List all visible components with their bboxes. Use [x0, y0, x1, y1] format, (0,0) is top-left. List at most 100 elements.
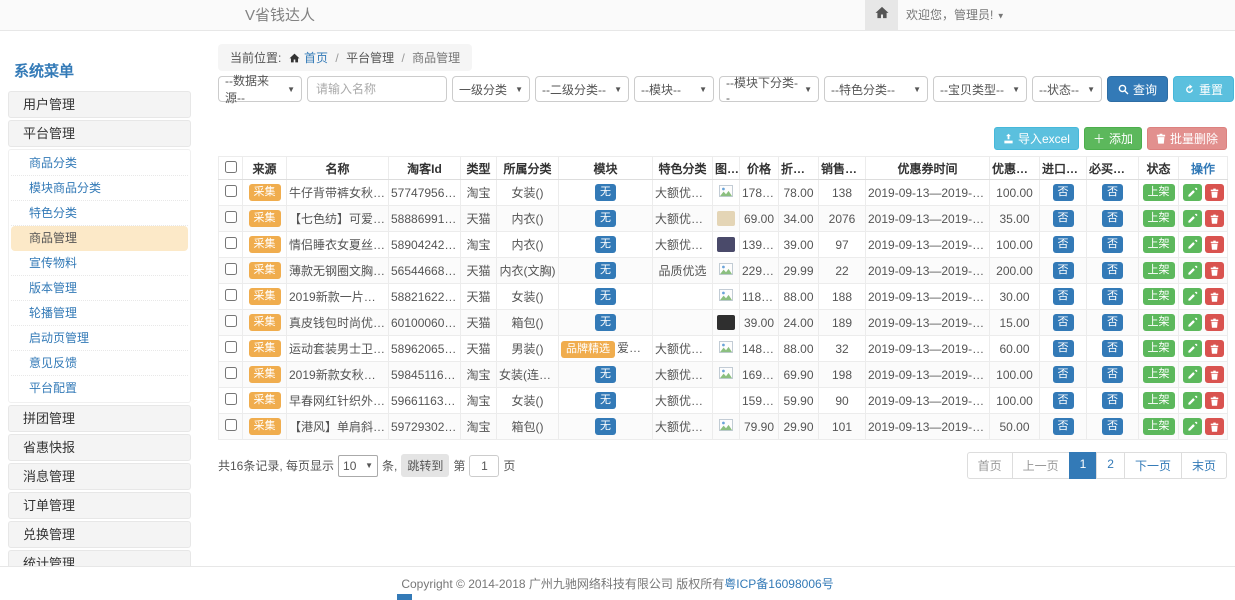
breadcrumb-home-link[interactable]: 首页	[304, 51, 328, 65]
per-page-select[interactable]: 10 ▼	[338, 455, 378, 477]
row-checkbox[interactable]	[225, 341, 237, 353]
level1-category-select[interactable]: 一级分类▼	[452, 76, 530, 102]
page-button[interactable]: 下一页	[1124, 452, 1182, 479]
module-badge[interactable]: 无	[595, 262, 616, 279]
edit-button[interactable]	[1183, 288, 1202, 305]
delete-button[interactable]	[1205, 262, 1224, 279]
sidebar-sub-item[interactable]: 宣传物料	[11, 251, 188, 276]
edit-button[interactable]	[1183, 236, 1202, 253]
status-badge[interactable]: 上架	[1143, 366, 1175, 383]
must-buy-toggle[interactable]: 否	[1102, 340, 1123, 357]
delete-button[interactable]	[1205, 210, 1224, 227]
import-select-toggle[interactable]: 否	[1053, 236, 1074, 253]
edit-button[interactable]	[1183, 392, 1202, 409]
status-badge[interactable]: 上架	[1143, 314, 1175, 331]
import-select-toggle[interactable]: 否	[1053, 418, 1074, 435]
icp-link[interactable]: 粤ICP备16098006号	[724, 577, 833, 591]
page-button[interactable]: 末页	[1181, 452, 1227, 479]
edit-button[interactable]	[1183, 184, 1202, 201]
module-badge[interactable]: 无	[595, 184, 616, 201]
home-button[interactable]	[865, 0, 898, 30]
sidebar-group-item[interactable]: 消息管理	[8, 463, 191, 490]
data-source-select[interactable]: --数据来源--▼	[218, 76, 302, 102]
page-number-input[interactable]	[469, 455, 499, 477]
status-select[interactable]: --状态--▼	[1032, 76, 1102, 102]
feature-category-select[interactable]: --特色分类--▼	[824, 76, 928, 102]
reset-button[interactable]: 重置	[1173, 76, 1234, 102]
delete-button[interactable]	[1205, 314, 1224, 331]
must-buy-toggle[interactable]: 否	[1102, 288, 1123, 305]
module-badge[interactable]: 无	[595, 210, 616, 227]
must-buy-toggle[interactable]: 否	[1102, 366, 1123, 383]
status-badge[interactable]: 上架	[1143, 236, 1175, 253]
edit-button[interactable]	[1183, 314, 1202, 331]
module-subcategory-select[interactable]: --模块下分类--▼	[719, 76, 819, 102]
sidebar-group-item[interactable]: 拼团管理	[8, 405, 191, 432]
delete-button[interactable]	[1205, 366, 1224, 383]
page-button[interactable]: 2	[1096, 452, 1125, 479]
status-badge[interactable]: 上架	[1143, 392, 1175, 409]
sidebar-sub-item[interactable]: 特色分类	[11, 201, 188, 226]
must-buy-toggle[interactable]: 否	[1102, 418, 1123, 435]
module-badge[interactable]: 无	[595, 288, 616, 305]
page-button[interactable]: 1	[1069, 452, 1098, 479]
row-checkbox[interactable]	[225, 419, 237, 431]
import-select-toggle[interactable]: 否	[1053, 340, 1074, 357]
sidebar-sub-item[interactable]: 模块商品分类	[11, 176, 188, 201]
status-badge[interactable]: 上架	[1143, 418, 1175, 435]
batch-delete-button[interactable]: 批量删除	[1147, 127, 1227, 150]
sidebar-sub-item[interactable]: 意见反馈	[11, 351, 188, 376]
edit-button[interactable]	[1183, 210, 1202, 227]
module-badge[interactable]: 无	[595, 418, 616, 435]
sidebar-sub-item[interactable]: 平台配置	[11, 376, 188, 401]
user-menu[interactable]: 欢迎您，管理员! ▼	[906, 0, 1005, 31]
delete-button[interactable]	[1205, 418, 1224, 435]
delete-button[interactable]	[1205, 392, 1224, 409]
row-checkbox[interactable]	[225, 315, 237, 327]
row-checkbox[interactable]	[225, 289, 237, 301]
import-select-toggle[interactable]: 否	[1053, 288, 1074, 305]
item-type-select[interactable]: --宝贝类型--▼	[933, 76, 1027, 102]
sidebar-sub-item[interactable]: 轮播管理	[11, 301, 188, 326]
status-badge[interactable]: 上架	[1143, 184, 1175, 201]
jump-button[interactable]: 跳转到	[401, 454, 449, 477]
sidebar-group-item[interactable]: 省惠快报	[8, 434, 191, 461]
import-select-toggle[interactable]: 否	[1053, 392, 1074, 409]
sidebar-sub-item[interactable]: 商品分类	[11, 151, 188, 176]
import-select-toggle[interactable]: 否	[1053, 184, 1074, 201]
module-badge[interactable]: 无	[595, 236, 616, 253]
module-badge[interactable]: 无	[595, 392, 616, 409]
add-button[interactable]: ＋ 添加	[1084, 127, 1142, 150]
delete-button[interactable]	[1205, 184, 1224, 201]
row-checkbox[interactable]	[225, 237, 237, 249]
edit-button[interactable]	[1183, 340, 1202, 357]
must-buy-toggle[interactable]: 否	[1102, 262, 1123, 279]
row-checkbox[interactable]	[225, 393, 237, 405]
status-badge[interactable]: 上架	[1143, 262, 1175, 279]
must-buy-toggle[interactable]: 否	[1102, 184, 1123, 201]
sidebar-group-item[interactable]: 订单管理	[8, 492, 191, 519]
query-button[interactable]: 查询	[1107, 76, 1168, 102]
row-checkbox[interactable]	[225, 367, 237, 379]
import-select-toggle[interactable]: 否	[1053, 262, 1074, 279]
status-badge[interactable]: 上架	[1143, 288, 1175, 305]
select-all-checkbox[interactable]	[225, 161, 237, 173]
delete-button[interactable]	[1205, 288, 1224, 305]
row-checkbox[interactable]	[225, 185, 237, 197]
module-badge[interactable]: 品牌精选	[561, 341, 615, 358]
row-checkbox[interactable]	[225, 263, 237, 275]
name-input[interactable]	[307, 76, 447, 102]
import-select-toggle[interactable]: 否	[1053, 366, 1074, 383]
must-buy-toggle[interactable]: 否	[1102, 392, 1123, 409]
must-buy-toggle[interactable]: 否	[1102, 210, 1123, 227]
sidebar-group-item[interactable]: 兑换管理	[8, 521, 191, 548]
import-excel-button[interactable]: 导入excel	[994, 127, 1079, 150]
module-badge[interactable]: 无	[595, 366, 616, 383]
import-select-toggle[interactable]: 否	[1053, 314, 1074, 331]
status-badge[interactable]: 上架	[1143, 210, 1175, 227]
delete-button[interactable]	[1205, 236, 1224, 253]
row-checkbox[interactable]	[225, 211, 237, 223]
level2-category-select[interactable]: --二级分类--▼	[535, 76, 629, 102]
module-select[interactable]: --模块--▼	[634, 76, 714, 102]
sidebar-sub-item[interactable]: 版本管理	[11, 276, 188, 301]
